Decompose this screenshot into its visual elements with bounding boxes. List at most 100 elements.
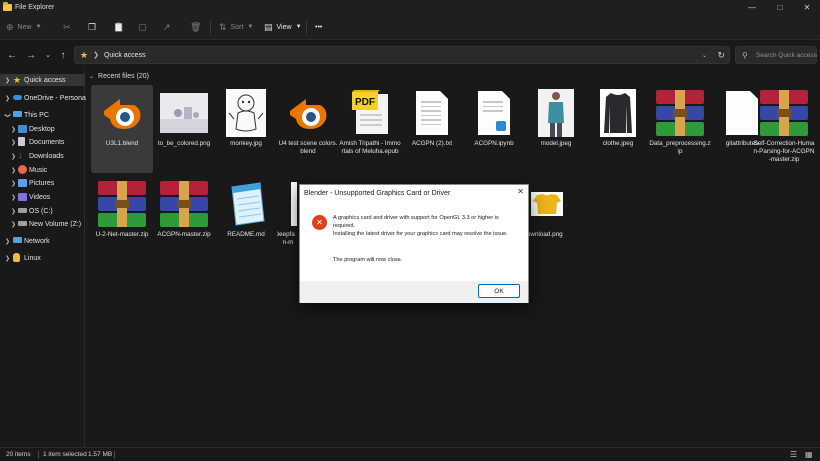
archive-icon [159,179,209,229]
error-icon: ✕ [312,215,327,230]
dialog-body: ✕ A graphics card and driver with suppor… [300,201,528,281]
expand-icon[interactable]: ❯ [5,238,10,245]
sidebar-item-new-volume[interactable]: ❯ New Volume (Z:) [0,218,85,230]
file-item[interactable]: ACGPN-master.zip [153,176,215,264]
share-button[interactable]: ↗ [163,14,171,40]
file-item[interactable]: model.jpeg [525,85,587,173]
file-item[interactable]: Self-Correction-Human-Parsing-for-ACGPN-… [753,85,815,173]
network-icon [13,237,22,243]
cut-button[interactable]: ✂ [63,14,71,40]
blender-file-icon [283,88,333,138]
navigation-pane: ❯ ★ Quick access ❯ OneDrive - Personal ❯… [0,70,87,447]
minimize-button[interactable]: — [738,0,766,14]
search-box[interactable]: ⚲ [735,46,818,64]
sort-button[interactable]: ⇅ Sort ▼ [219,14,253,40]
chevron-down-icon: ▼ [295,24,302,30]
pictures-icon [18,179,27,187]
close-button[interactable]: ✕ [793,0,820,14]
sidebar-item-pictures[interactable]: ❯ Pictures [0,177,85,189]
delete-button[interactable]: 🗑 [190,14,201,40]
collapse-icon[interactable]: ❯ [4,112,11,117]
new-plus-icon: ⊕ [6,21,14,32]
linux-icon [13,253,20,262]
chevron-down-icon: ⌄ [89,74,95,80]
forward-button[interactable]: → [23,47,39,63]
sidebar-item-this-pc[interactable]: ❯ This PC [0,109,85,121]
ok-button[interactable]: OK [478,284,520,298]
tiles-view-icon[interactable]: ▦ [805,450,815,459]
recent-locations-button[interactable]: ⌄ [40,47,56,63]
refresh-icon[interactable]: ↻ [717,50,725,61]
paste-button[interactable]: 📋 [113,14,124,40]
sidebar-item-onedrive[interactable]: ❯ OneDrive - Personal [0,92,87,104]
cut-icon: ✂ [63,21,71,32]
drive-icon [18,221,27,226]
sort-icon: ⇅ [219,21,227,32]
search-input[interactable] [755,51,818,59]
section-header-recent-files[interactable]: ⌄ Recent files (20) [89,73,149,80]
file-item[interactable]: U4 test scene colors.blend [277,85,339,173]
expand-icon[interactable]: ❯ [5,77,10,84]
file-item[interactable]: README.md [215,176,277,264]
file-item[interactable]: ACGPN (2).txt [401,85,463,173]
file-item[interactable]: PDF Amish Tripathi - Immortals of Meluha… [339,85,401,173]
error-dialog: Blender - Unsupported Graphics Card or D… [299,184,529,303]
dialog-close-note: The program will now close. [333,257,403,263]
pdf-icon: PDF [345,88,395,138]
expand-icon[interactable]: ❯ [11,139,16,146]
image-thumbnail [593,88,643,138]
view-button[interactable]: ▤ View ▼ [264,14,302,40]
expand-icon[interactable]: ❯ [11,180,16,187]
expand-icon[interactable]: ❯ [11,126,16,133]
breadcrumb[interactable]: Quick access [104,52,146,59]
file-item[interactable]: Deepfa On-m [277,176,297,264]
up-button[interactable]: ↑ [55,47,71,63]
expand-icon[interactable]: ❯ [5,95,10,102]
new-button[interactable]: ⊕ New ▼ [6,14,42,40]
expand-icon[interactable]: ❯ [11,194,16,201]
toolbar-divider [306,21,307,34]
maximize-button[interactable]: □ [766,0,794,14]
more-options-button[interactable]: ••• [315,14,322,40]
sidebar-item-os-c[interactable]: ❯ OS (C:) [0,205,85,217]
file-item[interactable]: Data_preprocessing.zip [649,85,711,173]
video-icon [18,193,27,201]
sidebar-item-videos[interactable]: ❯ Videos [0,191,85,203]
dialog-close-button[interactable]: ✕ [517,187,524,196]
address-bar[interactable]: ★ ❯ Quick access ⌄ ↻ [74,46,730,64]
view-icon: ▤ [264,21,273,32]
expand-icon[interactable]: ❯ [5,255,10,262]
sidebar-item-documents[interactable]: ❯ Documents [0,136,85,148]
sidebar-item-linux[interactable]: ❯ Linux [0,252,85,264]
file-item[interactable]: U-2-Net-master.zip [91,176,153,264]
expand-icon[interactable]: ❯ [11,208,16,215]
details-view-icon[interactable]: ☰ [790,450,800,459]
expand-icon[interactable]: ❯ [11,153,16,160]
address-row: ← → ⌄ ↑ ★ ❯ Quick access ⌄ ↻ ⚲ [0,41,820,69]
back-button[interactable]: ← [4,47,20,63]
share-icon: ↗ [163,21,171,32]
expand-icon[interactable]: ❯ [11,167,16,174]
blender-file-icon [97,88,147,138]
sidebar-item-downloads[interactable]: ❯ ↓ Downloads [0,150,85,162]
command-bar: ⊕ New ▼ ✂ ❐ 📋 ▢ ↗ 🗑 ⇅ Sort ▼ ▤ View ▼ ••… [0,14,820,40]
rename-button[interactable]: ▢ [138,14,147,40]
music-icon [18,165,27,174]
chevron-down-icon[interactable]: ⌄ [702,52,707,59]
item-count: 20 items [6,451,31,458]
file-item[interactable]: monkey.jpg [215,85,277,173]
chevron-down-icon: ▼ [247,24,254,30]
sidebar-item-desktop[interactable]: ❯ Desktop [0,123,85,135]
sidebar-item-music[interactable]: ❯ Music [0,164,85,176]
file-item[interactable]: clothe.jpeg [587,85,649,173]
file-item[interactable]: to_be_colored.png [153,85,215,173]
paste-icon: 📋 [113,21,125,32]
copy-icon: ❐ [88,21,97,32]
file-item[interactable]: ACGPN.ipynb [463,85,525,173]
file-item[interactable]: U3L1.blend [91,85,153,173]
text-file-icon [407,88,457,138]
sidebar-item-quick-access[interactable]: ❯ ★ Quick access [0,74,85,86]
expand-icon[interactable]: ❯ [11,221,16,228]
copy-button[interactable]: ❐ [88,14,96,40]
sidebar-item-network[interactable]: ❯ Network [0,235,85,247]
